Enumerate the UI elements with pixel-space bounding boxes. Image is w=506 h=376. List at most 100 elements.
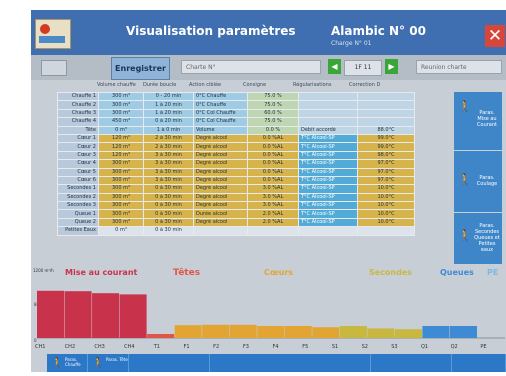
table-cell[interactable]: T°C Alcool-SP [298, 133, 358, 144]
save-button[interactable]: Enregistrer [111, 57, 170, 80]
table-cell[interactable]: 0.0 %AL [247, 133, 299, 144]
table-cell[interactable]: 0.0 %AL [247, 175, 299, 186]
table-cell[interactable]: Degré alcool [193, 201, 248, 211]
table-cell[interactable]: 0.0 % [247, 125, 299, 135]
charte-field[interactable]: Charte N° [181, 60, 321, 74]
table-cell[interactable]: 99.0°C [357, 133, 415, 144]
table-cell[interactable]: 120 m³ [98, 150, 144, 161]
table-cell[interactable]: 120 m³ [98, 133, 144, 144]
table-row[interactable]: Petites Eaux 0 m³ 0 à 30 min [57, 226, 415, 236]
table-row[interactable]: Queue 2 300 m³ 0 à 30 min Degré alcool 2.0 %… [57, 217, 415, 228]
table-cell[interactable]: 3 à 30 min [143, 159, 194, 169]
bottom-segment[interactable] [129, 354, 210, 372]
table-cell[interactable]: 3.0 %AL [247, 201, 299, 211]
table-row[interactable]: Cœur 2 120 m³ 2 à 30 min Degré alcool 0.0 %A… [57, 142, 415, 152]
table-cell[interactable]: 120 m³ [98, 142, 144, 152]
table-cell[interactable]: 3.0 %AL [247, 192, 299, 203]
table-cell[interactable]: T°C Alcool-SP [298, 175, 358, 186]
table-cell[interactable]: 2 à 30 min [143, 133, 194, 144]
table-cell[interactable]: 75.0 % [247, 91, 299, 102]
table-cell[interactable]: 2.0 %AL [247, 209, 299, 219]
table-cell[interactable]: 75.0 % [247, 117, 299, 127]
table-row[interactable]: Cœur 3 120 m³ 3 à 30 min Degré alcool 0.0 %A… [57, 150, 415, 161]
table-cell[interactable] [357, 91, 415, 102]
table-cell[interactable]: 0 m³ [98, 125, 144, 135]
table-row[interactable]: Chauffe 3 300 m³ 1 à 20 min 0°C Col Chauffe… [57, 108, 415, 119]
side-button-coulage[interactable]: 🚶 Paras. Coulage [454, 151, 502, 212]
table-cell[interactable]: 1 à 20 min [143, 100, 194, 110]
table-cell[interactable]: 2 à 30 min [143, 142, 194, 152]
bottom-button-chauffe[interactable]: 🚶 Paras. Chauffe [47, 354, 88, 372]
side-button-mise[interactable]: 🚶 Paras. Mise au Courant [454, 92, 502, 150]
table-cell[interactable]: Degré alcool [193, 217, 248, 228]
table-cell[interactable] [357, 117, 415, 127]
table-cell[interactable]: Degré alcool [193, 142, 248, 152]
table-cell[interactable]: 10.0°C [357, 184, 415, 194]
table-cell[interactable]: 0 - 20 min [143, 91, 194, 102]
table-cell[interactable] [247, 226, 299, 236]
table-cell[interactable]: 10.0°C [357, 209, 415, 219]
table-cell[interactable] [357, 100, 415, 110]
table-cell[interactable]: Degré alcool [193, 167, 248, 177]
table-cell[interactable]: 0 à 20 min [143, 117, 194, 127]
table-cell[interactable]: Degré alcool [193, 133, 248, 144]
table-cell[interactable]: 300 m³ [98, 209, 144, 219]
table-cell[interactable]: 0 à 30 min [143, 217, 194, 228]
table-cell[interactable]: T°C Alcool-SP [298, 201, 358, 211]
table-cell[interactable]: 0.0 %AL [247, 167, 299, 177]
table-cell[interactable]: 0 à 30 min [143, 226, 194, 236]
table-cell[interactable]: 0°C Chauffe [193, 100, 248, 110]
table-cell[interactable]: 0 à 30 min [143, 184, 194, 194]
table-cell[interactable]: 97.0°C [357, 159, 415, 169]
table-cell[interactable]: Degré alcool [193, 192, 248, 203]
table-cell[interactable]: 97.0°C [357, 167, 415, 177]
table-row[interactable]: Secondes 2 300 m³ 0 à 30 min Degré alcool 3.… [57, 192, 415, 203]
table-cell[interactable]: 3 à 30 min [143, 175, 194, 186]
table-cell[interactable]: Degré alcool [193, 184, 248, 194]
table-cell[interactable] [357, 226, 415, 236]
table-cell[interactable]: 2.0 %AL [247, 217, 299, 228]
previous-arrow-icon[interactable]: ◀ [328, 59, 341, 74]
table-cell[interactable]: 3 à 30 min [143, 150, 194, 161]
table-cell[interactable]: 300 m³ [98, 159, 144, 169]
table-cell[interactable]: 300 m³ [98, 175, 144, 186]
close-button[interactable]: ✕ [485, 25, 505, 47]
table-cell[interactable]: 3 à 30 min [143, 167, 194, 177]
table-cell[interactable] [193, 226, 248, 236]
table-cell[interactable]: Volume [193, 125, 248, 135]
table-row[interactable]: Cœur 1 120 m³ 2 à 30 min Degré alcool 0.0 %A… [57, 133, 415, 144]
table-row[interactable]: Chauffe 2 300 m³ 1 à 20 min 0°C Chauffe 75.0… [57, 100, 415, 110]
table-cell[interactable]: 300 m³ [98, 167, 144, 177]
table-cell[interactable]: 300 m³ [98, 184, 144, 194]
table-cell[interactable]: 10.0°C [357, 217, 415, 228]
table-cell[interactable]: 10.0°C [357, 201, 415, 211]
table-cell[interactable]: 300 m³ [98, 100, 144, 110]
table-cell[interactable]: T°C Alcool-SP [298, 150, 358, 161]
table-cell[interactable]: 0°C Col Chauffe [193, 117, 248, 127]
table-cell[interactable]: 88.0°C [357, 125, 415, 135]
table-cell[interactable]: Débit accordé [298, 125, 358, 135]
table-cell[interactable]: 300 m³ [98, 108, 144, 119]
table-cell[interactable]: 1 à 20 min [143, 108, 194, 119]
table-row[interactable]: Queue 1 300 m³ 0 à 30 min Durée alcool 2.0 %… [57, 209, 415, 219]
bottom-segment[interactable] [371, 354, 452, 372]
table-cell[interactable]: 450 m³ [98, 117, 144, 127]
table-cell[interactable]: T°C Alcool-SP [298, 167, 358, 177]
table-cell[interactable]: T°C Alcool-SP [298, 142, 358, 152]
table-cell[interactable]: 300 m³ [98, 201, 144, 211]
side-button-secondes[interactable]: 🚶 Paras. Secondes Queues et Petites eaux [454, 213, 502, 264]
table-cell[interactable] [298, 108, 358, 119]
table-cell[interactable]: 0 à 30 min [143, 209, 194, 219]
table-cell[interactable]: 300 m³ [98, 217, 144, 228]
table-cell[interactable]: 0.0 %AL [247, 159, 299, 169]
table-cell[interactable]: T°C Alcool-SP [298, 192, 358, 203]
table-cell[interactable]: T°C Alcool-SP [298, 184, 358, 194]
table-row[interactable]: Tête 0 m³ 1 à 0 min Volume 0.0 % Débit accord… [57, 125, 415, 135]
table-cell[interactable]: 10.0°C [357, 192, 415, 203]
table-cell[interactable] [357, 108, 415, 119]
table-cell[interactable]: 60.0 % [247, 108, 299, 119]
table-cell[interactable]: 0°C Col Chauffe [193, 108, 248, 119]
table-cell[interactable]: 300 m³ [98, 192, 144, 203]
table-cell[interactable]: 0 à 30 min [143, 192, 194, 203]
bottom-segment[interactable] [452, 354, 506, 372]
